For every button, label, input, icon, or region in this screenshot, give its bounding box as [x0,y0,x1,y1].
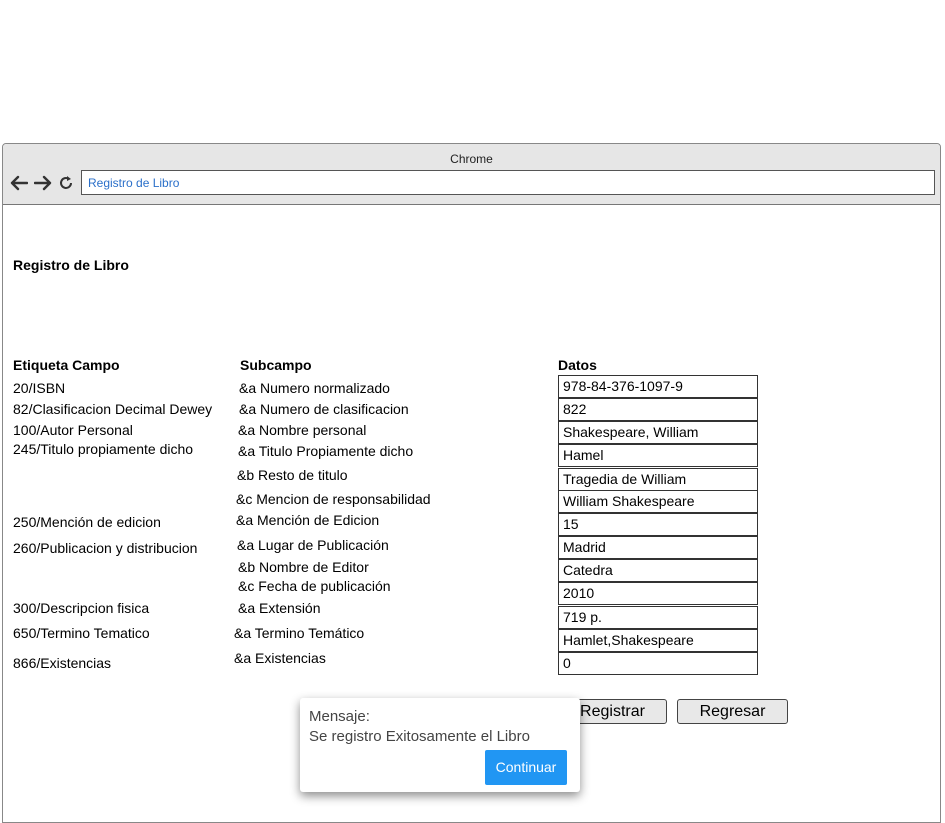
subcampo-label: &a Lugar de Publicación [237,537,389,553]
header-subcampo: Subcampo [240,357,312,373]
subcampo-label: &a Titulo Propiamente dicho [238,443,414,459]
campo-label: 866/Existencias [13,655,112,671]
termino-tematico-field[interactable]: Hamlet,Shakespeare [558,629,758,652]
regresar-button[interactable]: Regresar [677,699,788,724]
titulo-field[interactable]: Hamel [558,444,758,467]
subcampo-label: &a Extensión [238,600,321,616]
isbn-field[interactable]: 978-84-376-1097-9 [558,375,758,398]
campo-label: 82/Clasificacion Decimal Dewey [13,401,213,417]
subcampo-label: &b Nombre de Editor [238,559,369,575]
subcampo-label: &a Mención de Edicion [236,512,380,528]
subcampo-label: &a Termino Temático [234,625,365,641]
campo-label: 20/ISBN [13,380,66,396]
subcampo-label: &a Existencias [234,650,326,666]
extension-field[interactable]: 719 p. [558,606,758,629]
header-datos: Datos [558,357,597,373]
continuar-button[interactable]: Continuar [485,750,567,785]
subcampo-label: &b Resto de titulo [237,467,348,483]
dialog-title: Mensaje: [309,708,370,725]
subcampo-label: &c Mencion de responsabilidad [236,491,431,507]
browser-toolbar: Chrome Registro de Libro [3,144,940,205]
back-arrow-icon[interactable] [9,173,29,193]
fecha-publicacion-field[interactable]: 2010 [558,582,758,605]
dialog-message: Se registro Exitosamente el Libro [309,728,530,745]
lugar-publicacion-field[interactable]: Madrid [558,536,758,559]
subcampo-label: &a Nombre personal [238,422,367,438]
campo-label: 250/Mención de edicion [13,514,161,530]
edicion-field[interactable]: 15 [558,513,758,536]
forward-arrow-icon[interactable] [33,173,53,193]
autor-field[interactable]: Shakespeare, William [558,421,758,444]
campo-label: 245/Titulo propiamente dicho [13,441,194,457]
existencias-field[interactable]: 0 [558,652,758,675]
campo-label: 260/Publicacion y distribucion [13,540,198,556]
resto-titulo-field[interactable]: Tragedia de William [558,468,758,491]
campo-label: 650/Termino Tematico [13,625,150,641]
subcampo-label: &a Numero de clasificacion [239,401,409,417]
browser-title: Chrome [450,152,493,166]
address-bar[interactable]: Registro de Libro [81,170,935,195]
editor-field[interactable]: Catedra [558,559,758,582]
subcampo-label: &c Fecha de publicación [238,578,391,594]
campo-label: 100/Autor Personal [13,422,133,438]
subcampo-label: &a Numero normalizado [239,380,390,396]
header-etiqueta-campo: Etiqueta Campo [13,357,120,373]
reload-icon[interactable] [56,173,76,193]
campo-label: 300/Descripcion fisica [13,600,150,616]
message-dialog: Mensaje: Se registro Exitosamente el Lib… [300,698,580,792]
clasificacion-field[interactable]: 822 [558,398,758,421]
responsabilidad-field[interactable]: William Shakespeare [558,490,758,513]
page-title: Registro de Libro [13,257,129,273]
